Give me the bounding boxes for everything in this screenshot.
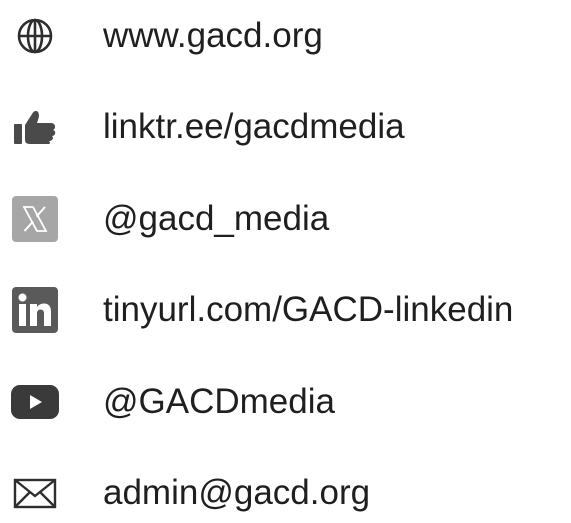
contact-list: www.gacd.org linktr.ee/gacdmedia @gacd_m… (0, 0, 571, 513)
mail-icon (5, 463, 65, 523)
linkedin-link[interactable]: tinyurl.com/GACD-linkedin (103, 280, 513, 340)
x-handle-link[interactable]: @gacd_media (103, 189, 329, 249)
email-link[interactable]: admin@gacd.org (103, 463, 370, 523)
youtube-icon (5, 372, 65, 432)
youtube-handle-link[interactable]: @GACDmedia (103, 372, 335, 432)
contact-row-website: www.gacd.org (0, 6, 571, 66)
contact-row-email: admin@gacd.org (0, 463, 571, 523)
linktree-link[interactable]: linktr.ee/gacdmedia (103, 97, 405, 157)
contact-row-youtube: @GACDmedia (0, 372, 571, 432)
contact-row-x: @gacd_media (0, 189, 571, 249)
contact-row-linkedin: tinyurl.com/GACD-linkedin (0, 280, 571, 340)
thumbs-up-icon (5, 97, 65, 157)
linkedin-icon (5, 280, 65, 340)
globe-icon (5, 6, 65, 66)
website-link[interactable]: www.gacd.org (103, 6, 323, 66)
x-logo-icon (5, 189, 65, 249)
contact-row-linktree: linktr.ee/gacdmedia (0, 97, 571, 157)
